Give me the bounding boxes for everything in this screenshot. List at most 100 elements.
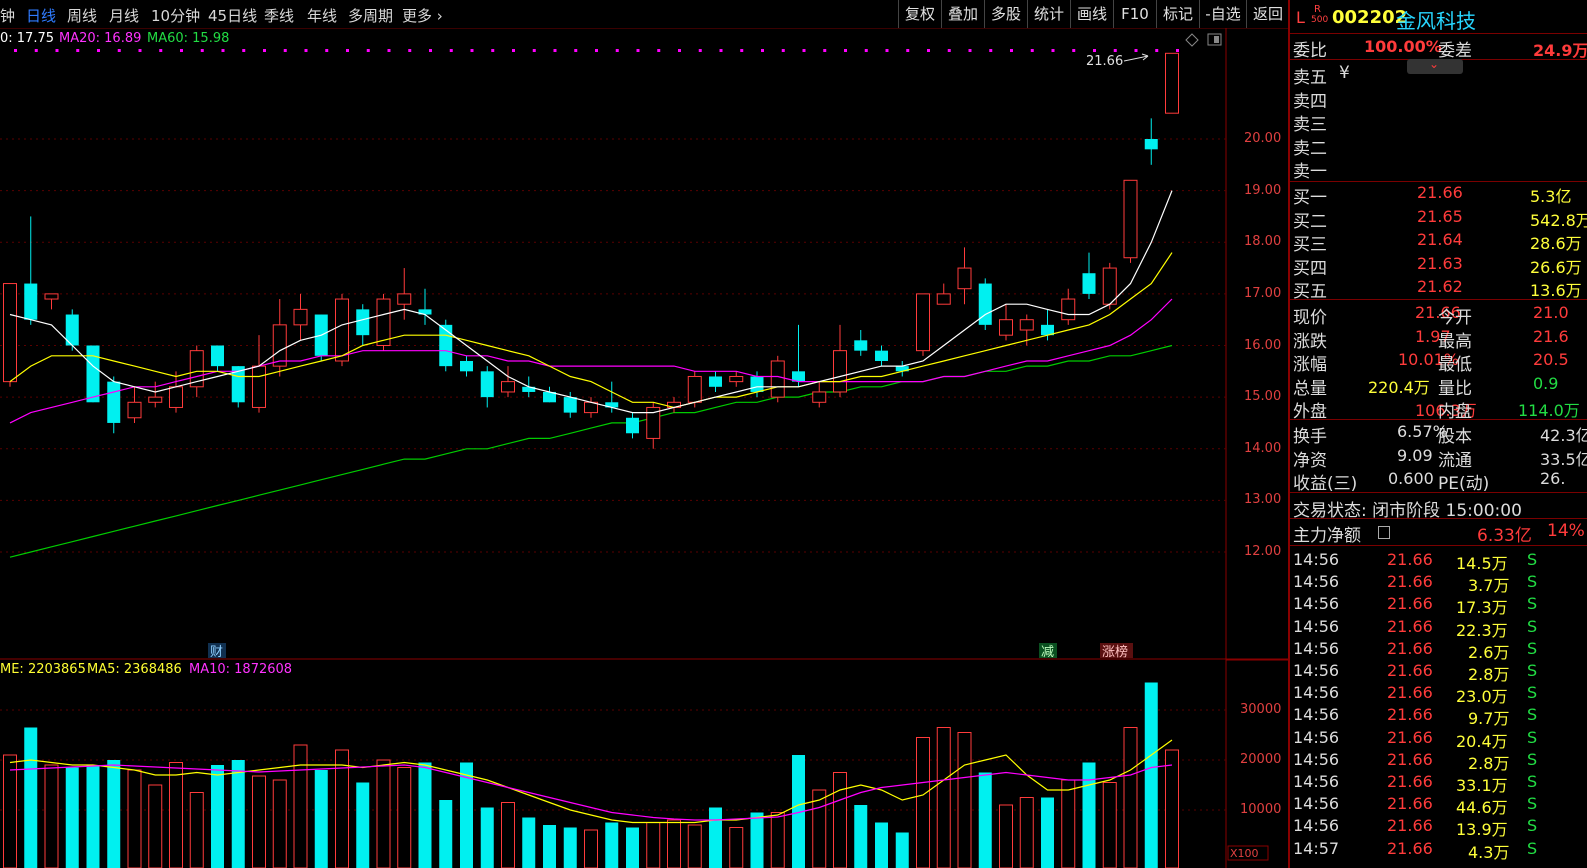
dot-mark [14, 49, 17, 52]
dot-mark [1134, 49, 1138, 52]
period-45day[interactable]: 45日线 [208, 5, 257, 26]
candle-body [107, 381, 121, 423]
main-force-label: 主力净额 [1293, 526, 1361, 546]
candle-body [563, 397, 577, 413]
period-more[interactable]: 更多 › [402, 5, 443, 26]
period-daily[interactable]: 日线 [26, 5, 56, 26]
volume-bar [936, 727, 951, 868]
period-minute[interactable]: 钟 [0, 5, 15, 26]
info-value: 33.5亿 [1540, 449, 1587, 469]
quote-value: 114.0万 [1518, 401, 1580, 420]
dot-mark [740, 49, 744, 52]
volume-bar [770, 812, 785, 868]
buy-label: 买一 [1293, 188, 1327, 208]
stock-name: 金风科技 [1396, 9, 1476, 33]
volume-bar [667, 819, 681, 868]
candle-body [687, 375, 702, 403]
volume-bar [189, 792, 204, 868]
tool-multistock[interactable]: 多股 [984, 0, 1027, 28]
grid-lines [0, 138, 1226, 811]
tool-mark[interactable]: 标记 [1156, 0, 1199, 28]
tool-fuquan[interactable]: 复权 [898, 0, 941, 28]
tick-side: S [1527, 683, 1538, 703]
candle-body [272, 324, 287, 367]
candle-body [709, 376, 722, 387]
dot-mark [366, 49, 370, 52]
quote-label: 量比 [1438, 378, 1472, 399]
tick-side: S [1527, 550, 1538, 569]
dot-mark [553, 49, 557, 52]
volume-bar [584, 829, 598, 868]
dot-mark [657, 49, 661, 52]
tick-side: S [1527, 572, 1538, 592]
main-force-value: 6.33亿 [1477, 526, 1532, 546]
tool-back[interactable]: 返回 [1246, 0, 1289, 28]
volume-bar [252, 775, 266, 868]
volume-bar [418, 762, 432, 868]
tick-volume: 4.3万 [1468, 842, 1510, 862]
dot-mark [698, 49, 702, 52]
dot-mark [1072, 49, 1076, 52]
dot-mark [221, 49, 225, 52]
diamond-icon[interactable] [1185, 33, 1199, 47]
volume-bar [563, 827, 577, 868]
period-monthly[interactable]: 月线 [109, 5, 139, 26]
kline-chart[interactable]: 21.66 财 减 涨榜 X100 [0, 28, 1288, 868]
buy-volume: 28.6万 [1530, 234, 1582, 253]
candle-body [293, 308, 308, 326]
ma-lines [9, 190, 1173, 424]
info-value: 9.09 [1397, 445, 1433, 465]
tick-volume: 44.6万 [1456, 798, 1508, 818]
tool-statistics[interactable]: 统计 [1027, 0, 1070, 28]
price-tick: 13.00 [1244, 492, 1282, 508]
volume-bar [646, 822, 661, 868]
volume-bar [107, 760, 121, 868]
tool-watchlist[interactable]: -自选 [1199, 0, 1246, 28]
volume-bar [293, 744, 308, 868]
tool-f10[interactable]: F10 [1113, 0, 1156, 28]
tick-volume: 14.5万 [1456, 554, 1508, 573]
tick-side: S [1527, 838, 1538, 858]
period-yearly[interactable]: 年线 [307, 5, 337, 26]
tool-drawline[interactable]: 画线 [1070, 0, 1113, 28]
period-10min[interactable]: 10分钟 [151, 5, 200, 26]
weicha-label: 委差 [1438, 41, 1472, 61]
volume-bar [314, 770, 328, 868]
candle-body [480, 371, 494, 398]
dot-mark [844, 49, 847, 52]
tick-price: 21.66 [1387, 661, 1433, 680]
vol-tick: 20000 [1240, 752, 1282, 767]
collapse-button[interactable]: ⌄ [1407, 57, 1463, 74]
volume-bar [1082, 762, 1096, 868]
tick-side: S [1527, 705, 1538, 725]
volume-bar [356, 782, 370, 868]
period-quarterly[interactable]: 季线 [264, 5, 294, 26]
tick-side: S [1527, 772, 1538, 791]
quote-label: 最高 [1438, 331, 1472, 352]
candle-body [1061, 298, 1076, 321]
dot-mark [491, 49, 495, 52]
buy-label: 买二 [1293, 211, 1327, 232]
detail-icon[interactable] [1378, 526, 1390, 539]
candle-body [812, 391, 827, 403]
vol-unit: X100 [1230, 847, 1259, 860]
period-weekly[interactable]: 周线 [67, 5, 97, 26]
volume-bar [1144, 682, 1158, 868]
dotted-top-line [14, 49, 1179, 52]
volume-bar [86, 765, 100, 868]
candle-body [501, 381, 515, 393]
dot-mark [180, 49, 183, 52]
tick-volume: 22.3万 [1456, 620, 1508, 640]
dot-mark [761, 49, 764, 52]
tool-overlay[interactable]: 叠加 [941, 0, 984, 28]
tick-volume: 23.0万 [1456, 687, 1508, 707]
info-label: PE(动) [1438, 474, 1490, 494]
price-tick: 19.00 [1244, 182, 1282, 198]
volume-bar [439, 800, 453, 868]
tick-volume: 33.1万 [1456, 776, 1508, 795]
high-price-label: 21.66 [1086, 54, 1123, 69]
candle-body [127, 401, 142, 419]
buy-price: 21.65 [1417, 206, 1463, 226]
period-multi[interactable]: 多周期 [348, 5, 393, 26]
candle-body [729, 375, 744, 383]
